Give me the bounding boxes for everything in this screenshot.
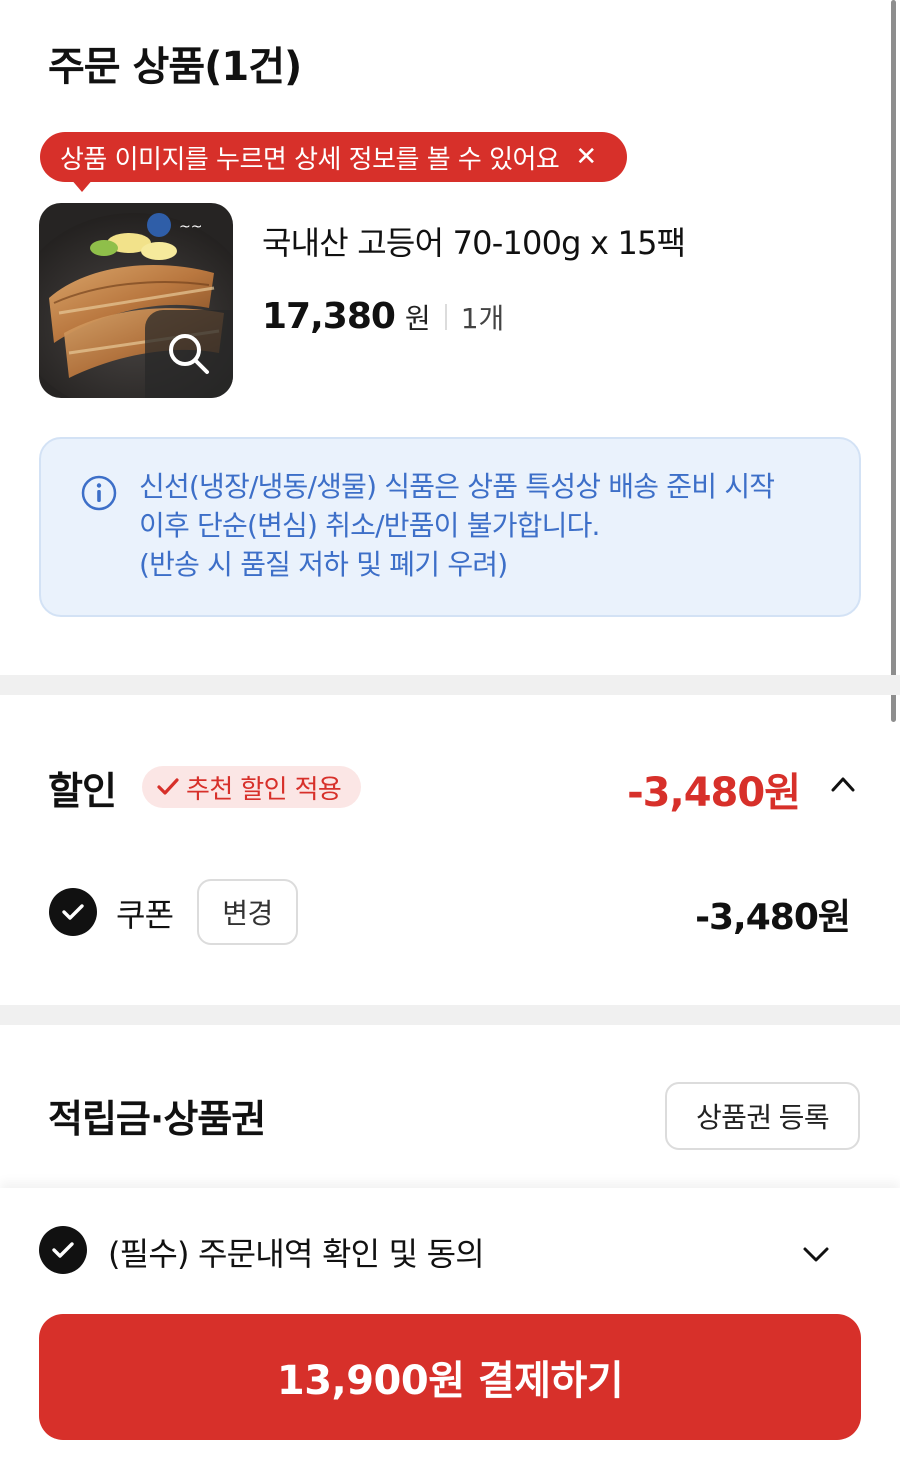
discount-title: 할인 [48, 769, 117, 813]
scrollbar[interactable] [891, 0, 896, 722]
check-icon [157, 778, 179, 795]
recommended-discount-badge: 추천 할인 적용 [142, 766, 362, 808]
coupon-label: 쿠폰 [116, 896, 174, 934]
check-icon [52, 1242, 74, 1258]
coupon-checkbox[interactable] [49, 888, 97, 936]
agreement-checkbox[interactable] [39, 1226, 87, 1274]
info-icon [81, 475, 117, 511]
divider [444, 303, 447, 330]
price-row: 17,380 원 1개 [262, 296, 504, 337]
checkout-bar: (필수) 주문내역 확인 및 동의 13,900원 결제하기 [0, 1188, 900, 1460]
agreement-label[interactable]: (필수) 주문내역 확인 및 동의 [108, 1229, 485, 1275]
register-giftcard-button[interactable]: 상품권 등록 [665, 1082, 860, 1150]
currency-label: 원 [404, 302, 431, 335]
change-coupon-button[interactable]: 변경 [197, 879, 298, 945]
product-name: 국내산 고등어 70-100g x 15팩 [262, 224, 686, 262]
tooltip-arrow [70, 178, 94, 192]
close-icon[interactable]: ✕ [575, 144, 597, 170]
image-hint-tooltip: 상품 이미지를 누르면 상세 정보를 볼 수 있어요 ✕ [40, 132, 627, 182]
chevron-up-icon[interactable] [828, 770, 858, 800]
badge-label: 추천 할인 적용 [186, 774, 342, 805]
product-quantity: 1개 [460, 302, 505, 335]
product-image[interactable]: ~~ [39, 203, 233, 398]
pay-button[interactable]: 13,900원 결제하기 [39, 1314, 861, 1440]
fresh-food-notice: 신선(냉장/냉동/생물) 식품은 상품 특성상 배송 준비 시작 이후 단순(변… [39, 437, 861, 617]
notice-text: 신선(냉장/냉동/생물) 식품은 상품 특성상 배송 준비 시작 이후 단순(변… [139, 470, 775, 581]
brand-logo-text: ~~ [179, 219, 202, 235]
section-divider [0, 1005, 900, 1025]
zoom-button[interactable] [145, 310, 233, 398]
discount-total: -3,480원 [627, 770, 801, 816]
chevron-down-icon[interactable] [800, 1238, 832, 1270]
product-price: 17,380 [262, 296, 396, 337]
check-icon [62, 904, 84, 920]
order-items-title: 주문 상품(1건) [48, 44, 302, 90]
tooltip-text: 상품 이미지를 누르면 상세 정보를 볼 수 있어요 [60, 144, 560, 175]
zoom-icon [169, 334, 209, 374]
section-divider [0, 675, 900, 695]
points-giftcard-title: 적립금·상품권 [48, 1097, 266, 1141]
coupon-amount: -3,480원 [695, 897, 851, 938]
